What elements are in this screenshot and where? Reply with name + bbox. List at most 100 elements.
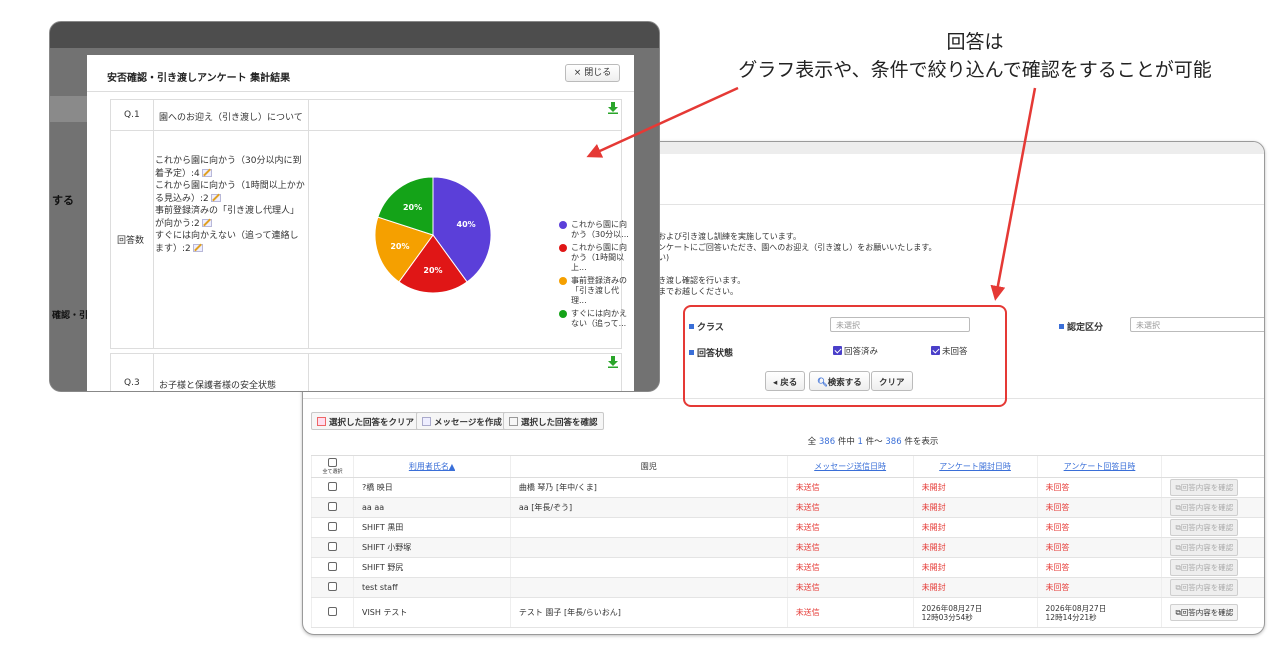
download-icon[interactable]	[608, 356, 618, 368]
child-cell: 曲橋 琴乃 [年中/くま]	[509, 477, 788, 498]
opened-cell: 未開封	[912, 517, 1038, 538]
answered-cell: 2026年08月27日 12時14分21秒	[1036, 597, 1162, 628]
user-name-header[interactable]: 利用者氏名▲	[352, 455, 511, 478]
opened-header[interactable]: アンケート開封日時	[912, 455, 1038, 478]
action-cell: ⧉回答内容を確認	[1161, 477, 1264, 498]
row-checkbox-cell	[311, 497, 354, 518]
msg-sent-cell: 未送信	[786, 517, 914, 538]
view-answer-label: 回答内容を確認	[1180, 583, 1234, 592]
view-answer-label: 回答内容を確認	[1180, 608, 1234, 617]
view-answer-button[interactable]: ⧉回答内容を確認	[1170, 539, 1239, 556]
user-name-cell: VISH テスト	[352, 597, 511, 628]
view-answer-button[interactable]: ⧉回答内容を確認	[1170, 604, 1239, 621]
modal-title: 安否確認・引き渡しアンケート 集計結果	[107, 73, 291, 84]
question-text: 園へのお迎え（引き渡し）について	[159, 113, 303, 123]
msg-sent-cell: 未送信	[786, 497, 914, 518]
row-checkbox[interactable]	[327, 607, 337, 616]
view-answer-button[interactable]: ⧉回答内容を確認	[1170, 499, 1239, 516]
msg-sent-header[interactable]: メッセージ送信日時	[786, 455, 914, 478]
table-header-row: 全て選択 利用者氏名▲ 園児 メッセージ送信日時 アンケート開封日時 アンケート…	[311, 455, 1264, 478]
select-all-checkbox[interactable]	[327, 458, 337, 467]
window-top-bar	[50, 22, 659, 48]
question-number: Q.1	[124, 110, 140, 120]
answer-text: 事前登録済みの「引き渡し代理人」が向かう:2	[155, 206, 300, 229]
opened-cell: 未開封	[912, 537, 1038, 558]
action-cell: ⧉回答内容を確認	[1161, 577, 1264, 598]
notice-line: までお越しください。	[658, 286, 738, 296]
child-cell	[509, 537, 788, 558]
view-answer-button[interactable]: ⧉回答内容を確認	[1170, 479, 1239, 496]
row-checkbox[interactable]	[327, 562, 337, 571]
answer-list: これから園に向かう（30分以内に到着予定）:4 これから園に向かう（1時間以上か…	[155, 155, 307, 255]
table-row: aa aa aa [年長/ぞう] 未送信 未開封 未回答 ⧉回答内容を確認	[311, 497, 1264, 518]
filter-highlight-box	[683, 305, 1007, 407]
create-message-button[interactable]: メッセージを作成	[416, 412, 508, 430]
create-message-label: メッセージを作成	[434, 418, 502, 428]
row-checkbox-cell	[311, 577, 354, 598]
answer-item: これから園に向かう（30分以内に到着予定）:4	[155, 155, 307, 180]
view-answer-label: 回答内容を確認	[1180, 483, 1234, 492]
view-answer-label: 回答内容を確認	[1180, 563, 1234, 572]
download-icon[interactable]	[608, 102, 618, 114]
backdrop-text: する	[52, 194, 74, 207]
view-answer-button[interactable]: ⧉回答内容を確認	[1170, 519, 1239, 536]
child-cell: テスト 園子 [年長/らいおん]	[509, 597, 788, 628]
msg-sent-cell: 未送信	[786, 477, 914, 498]
notice-line: き渡し確認を行います。	[658, 276, 746, 285]
opened-date: 2026年08月27日	[921, 603, 983, 613]
table-line	[111, 130, 621, 131]
question-text: お子様と保護者様の安全状態	[159, 381, 277, 391]
answered-time: 12時14分21秒	[1045, 612, 1097, 622]
user-name-cell: aa aa	[352, 497, 511, 518]
notice-text: および引き渡し訓練を実施しています。 ンケートにご回答いただき、園へのお迎え（引…	[658, 232, 936, 264]
table-line	[308, 100, 309, 348]
select-all-header[interactable]: 全て選択	[311, 455, 354, 478]
pie-chart: 40% 20% 20% 20%	[374, 176, 492, 294]
answer-item: すぐには向かえない（追って連絡します）:2	[155, 230, 307, 255]
cert-label: 認定区分	[1059, 320, 1103, 333]
row-checkbox[interactable]	[327, 482, 337, 491]
row-checkbox-cell	[311, 477, 354, 498]
legend-item: 事前登録済みの「引き渡し代理...	[559, 276, 629, 306]
pie-slice-label: 20%	[423, 266, 442, 275]
clear-selected-button[interactable]: 選択した回答をクリア	[311, 412, 421, 430]
pie-slice-label: 40%	[457, 220, 476, 229]
view-answer-button[interactable]: ⧉回答内容を確認	[1170, 559, 1239, 576]
answered-cell: 未回答	[1036, 497, 1162, 518]
memo-icon[interactable]	[192, 243, 203, 252]
copy-icon	[509, 417, 518, 426]
confirm-selected-label: 選択した回答を確認	[521, 418, 598, 428]
row-checkbox[interactable]	[327, 582, 337, 591]
legend-label: 事前登録済みの「引き渡し代理...	[571, 276, 627, 305]
answered-cell: 未回答	[1036, 477, 1162, 498]
table-row: SHIFT 小野塚 未送信 未開封 未回答 ⧉回答内容を確認	[311, 537, 1264, 558]
user-name-cell: ?橋 映日	[352, 477, 511, 498]
action-cell: ⧉回答内容を確認	[1161, 597, 1264, 628]
row-checkbox[interactable]	[327, 502, 337, 511]
edit-icon	[422, 417, 431, 426]
row-checkbox[interactable]	[327, 522, 337, 531]
memo-icon[interactable]	[201, 218, 212, 227]
annotation-text: 回答は グラフ表示や、条件で絞り込んで確認をすることが可能	[680, 28, 1270, 84]
memo-icon[interactable]	[210, 193, 221, 202]
count-text: 件～	[865, 437, 883, 447]
chart-legend: これから園に向かう（30分以... これから園に向かう（1時間以上... 事前登録済…	[559, 220, 629, 332]
notice-line: ンケートにご回答いただき、園へのお迎え（引き渡し）をお願いいたします。	[658, 242, 937, 252]
answered-header[interactable]: アンケート回答日時	[1036, 455, 1162, 478]
legend-item: これから園に向かう（1時間以上...	[559, 243, 629, 273]
opened-cell: 未開封	[912, 497, 1038, 518]
confirm-selected-button[interactable]: 選択した回答を確認	[503, 412, 604, 430]
answered-cell: 未回答	[1036, 557, 1162, 578]
answered-cell: 未回答	[1036, 577, 1162, 598]
view-answer-button[interactable]: ⧉回答内容を確認	[1170, 579, 1239, 596]
cert-select[interactable]: 未選択	[1130, 317, 1264, 332]
legend-label: これから園に向かう（1時間以上...	[571, 243, 627, 272]
row-checkbox[interactable]	[327, 542, 337, 551]
legend-label: すぐには向かえない（追って...	[571, 309, 627, 328]
memo-icon[interactable]	[201, 168, 212, 177]
row-checkbox-cell	[311, 537, 354, 558]
pie-slice-label: 20%	[390, 242, 409, 251]
table-line	[153, 354, 154, 391]
close-button[interactable]: × 閉じる	[565, 64, 620, 82]
opened-cell: 未開封	[912, 477, 1038, 498]
